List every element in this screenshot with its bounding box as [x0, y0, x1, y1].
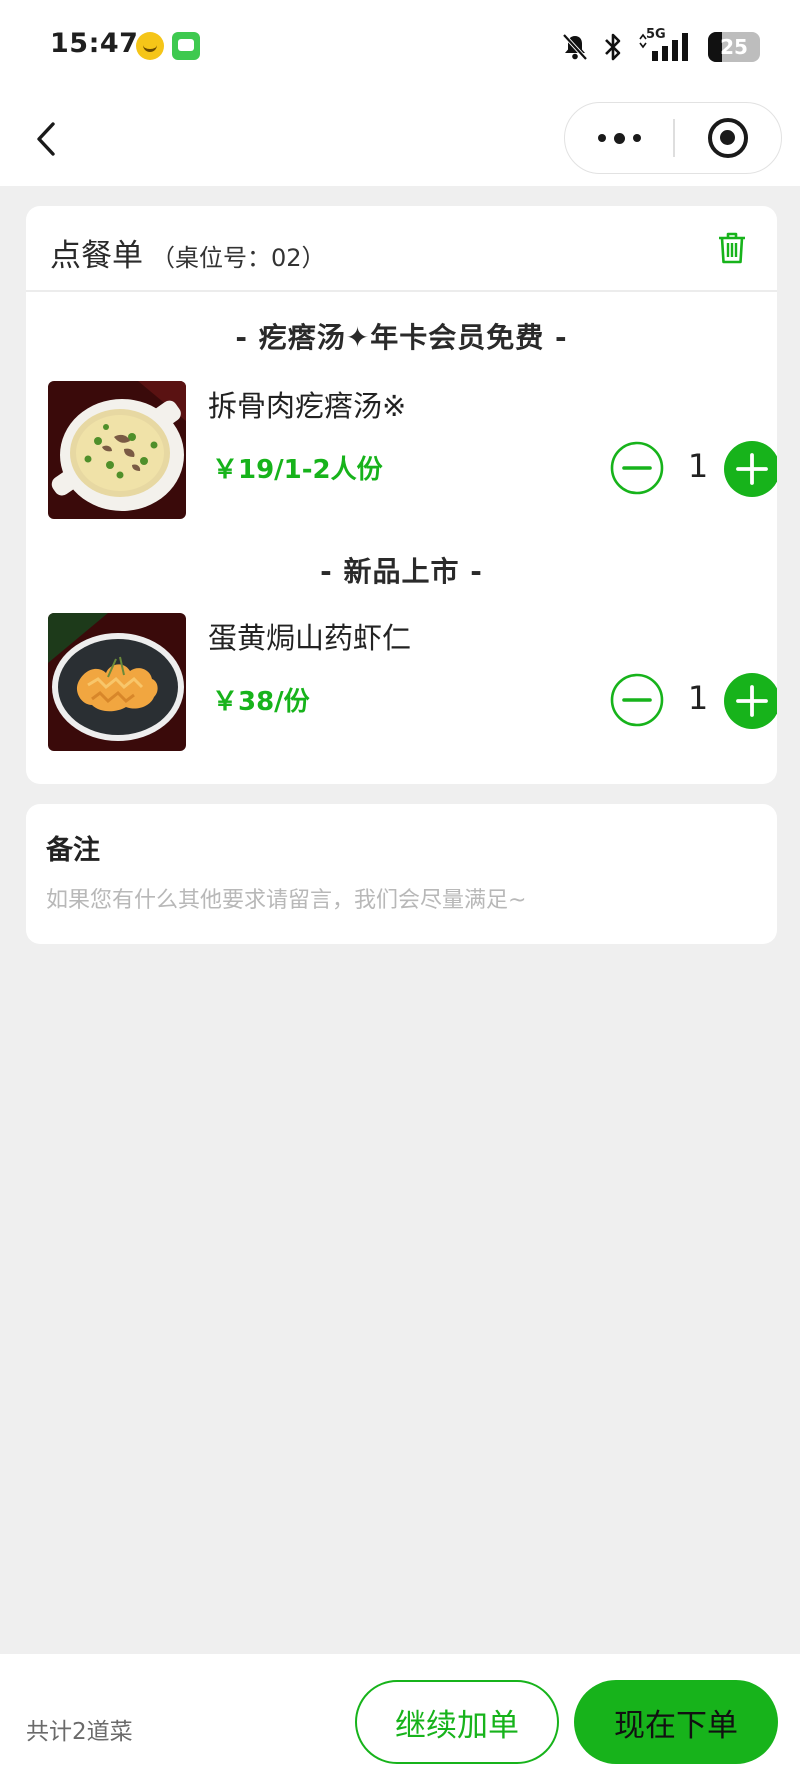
quantity-value: 1: [687, 447, 709, 485]
battery-icon: 25: [708, 32, 760, 62]
section-title: - 新品上市 -: [320, 555, 483, 588]
dish-image: [48, 381, 186, 519]
order-title: 点餐单: [50, 238, 143, 274]
chevron-left-icon: [37, 122, 55, 156]
dish-item: 蛋黄焗山药虾仁 ￥38/份 1: [48, 613, 777, 753]
decrease-quantity-button[interactable]: [610, 673, 664, 727]
nav-bar: [0, 92, 800, 186]
close-miniprogram-button[interactable]: [675, 103, 781, 173]
bluetooth-icon: [605, 33, 621, 61]
bell-off-icon: [562, 33, 588, 61]
plus-circle-icon: [724, 441, 777, 497]
increase-quantity-button[interactable]: [724, 441, 777, 497]
order-card: 点餐单 （桌位号：02） - 疙瘩汤✦年卡会员免费 - 拆骨肉疙瘩汤※ ￥19/…: [26, 206, 777, 784]
battery-level: 25: [720, 35, 748, 59]
dish-price: ￥19/1-2人份: [212, 455, 383, 485]
more-button[interactable]: [565, 103, 673, 173]
capsule-menu: [564, 102, 782, 174]
status-icons: 5G 25: [562, 27, 760, 64]
quantity-value: 1: [687, 679, 709, 717]
message-app-icon: [172, 32, 200, 60]
back-button[interactable]: [28, 114, 68, 164]
minus-circle-icon: [610, 441, 664, 495]
dish-name: 蛋黄焗山药虾仁: [208, 621, 412, 655]
place-order-button[interactable]: 现在下单: [574, 1680, 778, 1764]
status-bar: 15:47 5G 25: [0, 0, 800, 92]
total-dish-count: 共计2道菜: [26, 1719, 133, 1745]
bottom-bar: 共计2道菜 继续加单 现在下单: [0, 1654, 800, 1788]
clear-order-button[interactable]: [717, 232, 747, 264]
order-header: 点餐单 （桌位号：02）: [26, 206, 777, 292]
signal-icon: 5G: [638, 27, 694, 63]
dish-price: ￥38/份: [212, 687, 310, 717]
trash-icon: [719, 232, 745, 264]
remark-title: 备注: [46, 835, 100, 866]
minus-circle-icon: [610, 673, 664, 727]
plus-circle-icon: [724, 673, 777, 729]
dish-image: [48, 613, 186, 751]
decrease-quantity-button[interactable]: [610, 441, 664, 495]
increase-quantity-button[interactable]: [724, 673, 777, 729]
status-time: 15:47: [50, 28, 139, 59]
dish-name: 拆骨肉疙瘩汤※: [208, 389, 407, 423]
remark-input[interactable]: [46, 878, 746, 922]
dish-item: 拆骨肉疙瘩汤※ ￥19/1-2人份 1: [48, 381, 777, 521]
more-dots-icon: [597, 134, 606, 142]
table-number: （桌位号：02）: [151, 244, 326, 272]
section-title: - 疙瘩汤✦年卡会员免费 -: [235, 321, 568, 354]
page-title: 点餐单 （桌位号：02）: [50, 230, 326, 275]
continue-ordering-button[interactable]: 继续加单: [355, 1680, 559, 1764]
remark-card: 备注: [26, 804, 777, 944]
target-icon: [708, 118, 748, 158]
notification-app-icon: [136, 32, 164, 60]
